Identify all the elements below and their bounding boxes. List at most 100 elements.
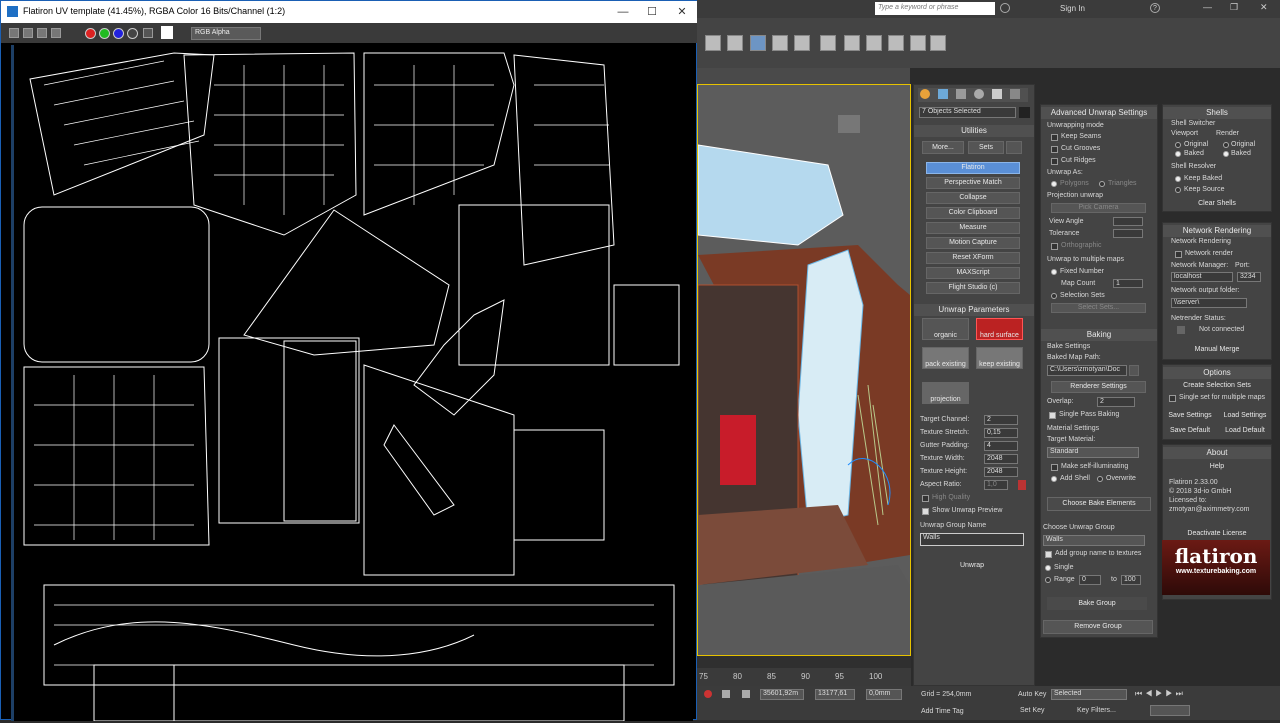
options-header[interactable]: Options bbox=[1163, 367, 1271, 379]
unwrap-group-select[interactable]: Walls bbox=[1043, 535, 1145, 546]
range-from-spinner[interactable]: 0 bbox=[1079, 575, 1101, 585]
playback-controls[interactable]: ⏮◀▶▶⏭ bbox=[1135, 689, 1195, 699]
toolbar-button[interactable] bbox=[727, 35, 743, 51]
texture-stretch-spinner[interactable]: 0,15 bbox=[984, 428, 1018, 438]
shells-header[interactable]: Shells bbox=[1163, 107, 1271, 119]
utilities-tab-icon[interactable] bbox=[1010, 89, 1020, 99]
utility-button[interactable]: MAXScript bbox=[926, 267, 1020, 279]
blue-channel-icon[interactable] bbox=[113, 28, 124, 39]
gutter-padding-spinner[interactable]: 4 bbox=[984, 441, 1018, 451]
selection-lock-icon[interactable] bbox=[742, 690, 750, 698]
texture-height-spinner[interactable]: 2048 bbox=[984, 467, 1018, 477]
aspect-ratio-spinner[interactable]: 1,0 bbox=[984, 480, 1008, 490]
load-default-button[interactable]: Load Default bbox=[1219, 425, 1271, 436]
toolbar-button[interactable] bbox=[930, 35, 946, 51]
modify-tab-icon[interactable] bbox=[938, 89, 948, 99]
key-mode-select[interactable]: Selected bbox=[1051, 689, 1127, 700]
toolbar-button[interactable] bbox=[820, 35, 836, 51]
toolbar-button[interactable] bbox=[794, 35, 810, 51]
manual-merge-button[interactable]: Manual Merge bbox=[1171, 344, 1263, 356]
close-icon[interactable]: ✕ bbox=[1260, 2, 1268, 13]
preset-organic-button[interactable]: organic bbox=[922, 318, 969, 340]
preset-keep-existing-button[interactable]: keep existing bbox=[976, 347, 1023, 369]
render-baked-radio[interactable] bbox=[1223, 151, 1229, 157]
swatch-icon[interactable] bbox=[161, 26, 173, 39]
clear-icon[interactable] bbox=[51, 28, 61, 38]
target-channel-spinner[interactable]: 2 bbox=[984, 415, 1018, 425]
bake-group-button[interactable]: Bake Group bbox=[1047, 597, 1147, 610]
toolbar-button-active[interactable] bbox=[750, 35, 766, 51]
baking-header[interactable]: Baking bbox=[1041, 329, 1157, 341]
fixed-number-radio[interactable] bbox=[1051, 269, 1057, 275]
add-group-name-checkbox[interactable] bbox=[1045, 551, 1052, 558]
channel-select[interactable]: RGB Alpha bbox=[191, 27, 261, 40]
output-folder-input[interactable]: \\server\ bbox=[1171, 298, 1247, 308]
port-input[interactable]: 3234 bbox=[1237, 272, 1261, 282]
advanced-header[interactable]: Advanced Unwrap Settings bbox=[1041, 107, 1157, 119]
color-swatch[interactable] bbox=[1019, 107, 1030, 118]
choose-bake-elements-button[interactable]: Choose Bake Elements bbox=[1047, 497, 1151, 511]
clear-shells-button[interactable]: Clear Shells bbox=[1171, 198, 1263, 209]
display-tab-icon[interactable] bbox=[992, 89, 1002, 99]
hierarchy-tab-icon[interactable] bbox=[956, 89, 966, 99]
cut-ridges-checkbox[interactable] bbox=[1051, 158, 1058, 165]
toolbar-button[interactable] bbox=[866, 35, 882, 51]
minimize-icon[interactable]: — bbox=[1203, 2, 1212, 12]
motion-tab-icon[interactable] bbox=[974, 89, 984, 99]
configure-sets-icon[interactable] bbox=[1006, 141, 1022, 154]
tolerance-spinner[interactable] bbox=[1113, 229, 1143, 238]
overlap-spinner[interactable]: 2 bbox=[1097, 397, 1135, 407]
utilities-header[interactable]: Utilities bbox=[914, 125, 1034, 137]
about-header[interactable]: About bbox=[1163, 447, 1271, 459]
map-path-input[interactable]: C:\Users\zmotyan\Doc bbox=[1047, 365, 1127, 376]
x-coordinate[interactable]: 35601,92m bbox=[760, 689, 804, 700]
keep-baked-radio[interactable] bbox=[1175, 176, 1181, 182]
selection-sets-radio[interactable] bbox=[1051, 293, 1057, 299]
search-icon[interactable] bbox=[1000, 3, 1010, 13]
maximize-button[interactable]: ☐ bbox=[637, 1, 667, 23]
create-tab-icon[interactable] bbox=[920, 89, 930, 99]
preset-hard-surface-button[interactable]: hard surface bbox=[976, 318, 1023, 340]
red-channel-icon[interactable] bbox=[85, 28, 96, 39]
overwrite-radio[interactable] bbox=[1097, 476, 1103, 482]
view-angle-spinner[interactable] bbox=[1113, 217, 1143, 226]
keep-seams-checkbox[interactable] bbox=[1051, 134, 1058, 141]
toolbar-button[interactable] bbox=[705, 35, 721, 51]
search-input[interactable]: Type a keyword or phrase bbox=[875, 2, 995, 15]
minimize-button[interactable]: — bbox=[608, 1, 638, 23]
utility-button[interactable]: Measure bbox=[926, 222, 1020, 234]
sets-button[interactable]: Sets bbox=[968, 141, 1004, 154]
self-illum-checkbox[interactable] bbox=[1051, 464, 1058, 471]
unwrap-button[interactable]: Unwrap bbox=[922, 559, 1022, 573]
create-selection-sets-button[interactable]: Create Selection Sets bbox=[1169, 380, 1265, 391]
browse-path-button[interactable] bbox=[1129, 365, 1139, 376]
utility-button[interactable]: Flight Studio (c) bbox=[926, 282, 1020, 294]
utility-button[interactable]: Reset XForm bbox=[926, 252, 1020, 264]
remove-group-button[interactable]: Remove Group bbox=[1043, 620, 1153, 634]
save-settings-button[interactable]: Save Settings bbox=[1165, 410, 1215, 421]
utility-flatiron-button[interactable]: Flatiron bbox=[926, 162, 1020, 174]
single-radio[interactable] bbox=[1045, 565, 1051, 571]
pin-icon[interactable] bbox=[704, 690, 712, 698]
high-quality-checkbox[interactable] bbox=[922, 495, 929, 502]
restore-icon[interactable]: ❐ bbox=[1230, 2, 1238, 13]
auto-key-label[interactable]: Auto Key bbox=[1018, 691, 1046, 698]
unwrap-parameters-header[interactable]: Unwrap Parameters bbox=[914, 304, 1034, 316]
range-to-spinner[interactable]: 100 bbox=[1121, 575, 1141, 585]
viewport-baked-radio[interactable] bbox=[1175, 151, 1181, 157]
clone-icon[interactable] bbox=[23, 28, 33, 38]
green-channel-icon[interactable] bbox=[99, 28, 110, 39]
keep-source-radio[interactable] bbox=[1175, 187, 1181, 193]
frame-buffer-titlebar[interactable]: Flatiron UV template (41.45%), RGBA Colo… bbox=[1, 1, 698, 23]
pick-camera-button[interactable]: Pick Camera bbox=[1051, 203, 1146, 213]
deactivate-license-button[interactable]: Deactivate License bbox=[1171, 528, 1263, 539]
manager-input[interactable]: localhost bbox=[1171, 272, 1233, 282]
key-filters-button[interactable]: Key Filters... bbox=[1077, 707, 1116, 714]
orthographic-checkbox[interactable] bbox=[1051, 243, 1058, 250]
viewport-nav-icons[interactable] bbox=[1200, 690, 1275, 716]
show-preview-checkbox[interactable] bbox=[922, 508, 929, 515]
cut-grooves-checkbox[interactable] bbox=[1051, 146, 1058, 153]
select-sets-button[interactable]: Select Sets... bbox=[1051, 303, 1146, 313]
z-coordinate[interactable]: 0,0mm bbox=[866, 689, 902, 700]
utility-button[interactable]: Motion Capture bbox=[926, 237, 1020, 249]
